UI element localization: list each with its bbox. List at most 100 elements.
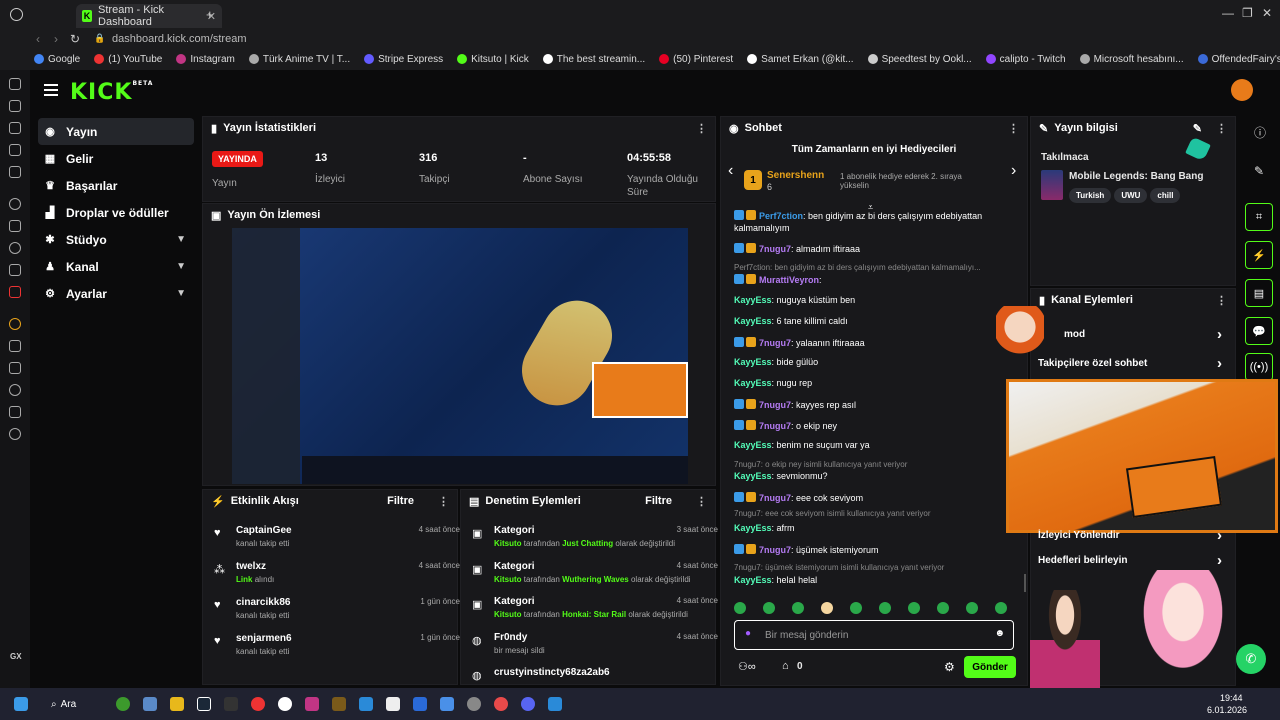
browser-menu-icon[interactable]	[10, 8, 23, 21]
note-icon[interactable]	[9, 144, 21, 156]
epic-icon[interactable]	[224, 697, 239, 711]
chat-username[interactable]: KayyEss	[734, 440, 772, 450]
chat-message[interactable]: KayyEss: nugu rep	[734, 378, 1024, 388]
bag-icon[interactable]	[9, 122, 21, 134]
bookmark-item[interactable]: Samet Erkan (@kit...	[747, 54, 854, 65]
reload-button[interactable]: ↻	[70, 32, 80, 46]
poll-button[interactable]: ▤	[1245, 279, 1273, 307]
whatsapp-float-icon[interactable]: ✆	[1236, 644, 1266, 674]
chat-message[interactable]: Perf7ction: ben gidiyim az bi ders çalış…	[734, 210, 1024, 221]
chat-username[interactable]: KayyEss	[734, 523, 772, 533]
stream-tag[interactable]: Turkish	[1069, 188, 1112, 203]
chevron-down-icon[interactable]: ▼	[176, 234, 186, 245]
vk-icon[interactable]	[9, 286, 21, 298]
points-icon[interactable]: ⚇∞	[738, 660, 756, 673]
mic-icon[interactable]: ●	[745, 628, 751, 639]
download-icon[interactable]	[9, 100, 21, 112]
settings-icon[interactable]	[9, 428, 21, 440]
stream-tag[interactable]: chill	[1150, 188, 1181, 203]
windows-start-icon[interactable]	[14, 697, 28, 711]
chat-message[interactable]: KayyEss: 6 tane killimi caldı	[734, 316, 1024, 326]
store-app-icon[interactable]	[440, 697, 455, 711]
chat-message[interactable]: 7nugu7: kayyes rep asıl	[734, 399, 1024, 410]
chat-message[interactable]: 7nugu7: eee cok seviyom	[734, 492, 1024, 503]
chat-scrollbar[interactable]	[1024, 574, 1026, 592]
info-icon[interactable]: ⓘ	[1254, 124, 1266, 141]
chat-username[interactable]: 7nugu7	[759, 545, 791, 555]
stream-tag[interactable]: UWU	[1114, 188, 1148, 203]
chat-message[interactable]: KayyEss: bide gülüo	[734, 357, 1024, 367]
chat-message[interactable]: 7nugu7: üşümek istemiyorum	[734, 544, 1024, 555]
chat-more-icon[interactable]: ⋮	[1008, 122, 1019, 135]
url-text[interactable]: dashboard.kick.com/stream	[112, 33, 247, 45]
category-thumbnail[interactable]	[1041, 170, 1063, 200]
chat-message[interactable]: MurattiVeyron:	[734, 274, 1024, 285]
gear-app-icon[interactable]	[467, 697, 482, 711]
stream-preview-video[interactable]	[232, 228, 688, 484]
moderation-item[interactable]: ▣ Kategori Kitsuto tarafından Honkai: Star…	[472, 596, 718, 619]
chat-message[interactable]: KayyEss: sevmionmu?	[734, 471, 1024, 481]
window-maximize-button[interactable]: ❐	[1242, 6, 1253, 20]
activity-filter-button[interactable]: Filtre	[387, 495, 414, 507]
nav-item-7[interactable]: ⚙ Ayarlar ▼	[38, 280, 194, 307]
kick-logo[interactable]: KICKBETA	[70, 80, 153, 105]
category-name[interactable]: Mobile Legends: Bang Bang	[1069, 171, 1203, 182]
chat-username[interactable]: MurattiVeyron	[759, 275, 819, 285]
emote-icon[interactable]	[937, 602, 949, 614]
nav-item-2[interactable]: ▦ Gelir	[38, 145, 194, 172]
chat-message[interactable]: KayyEss: benim ne suçum var ya	[734, 440, 1024, 450]
activity-item[interactable]: ⁂ twelxz Link alındı 4 saat önce	[214, 561, 460, 584]
chat-username[interactable]: KayyEss	[734, 295, 772, 305]
moderation-more-icon[interactable]: ⋮	[696, 495, 707, 508]
bookmark-item[interactable]: Google	[34, 54, 80, 65]
obs-icon[interactable]	[278, 697, 293, 711]
chat-message[interactable]: KayyEss: afrm	[734, 523, 1024, 533]
chat-username[interactable]: 7nugu7	[759, 400, 791, 410]
nav-item-3[interactable]: ♛ Başarılar	[38, 172, 194, 199]
moderation-filter-button[interactable]: Filtre	[645, 495, 672, 507]
moderation-item[interactable]: ▣ Kategori Kitsuto tarafından Wuthering Wa…	[472, 561, 718, 584]
bookmark-item[interactable]: Instagram	[176, 54, 235, 65]
send-button[interactable]: Gönder	[964, 656, 1016, 678]
channel-action-item[interactable]: İzleyici Yönlendir ›	[1038, 527, 1228, 544]
chat-message[interactable]: KayyEss: helal helal	[734, 575, 1024, 585]
chat-message[interactable]: 7nugu7: almadım iftiraaa	[734, 243, 1024, 254]
window-minimize-button[interactable]: —	[1222, 6, 1234, 20]
list-icon[interactable]	[9, 362, 21, 374]
store-icon[interactable]: ⌂	[782, 660, 789, 672]
bookmark-item[interactable]: (1) YouTube	[94, 54, 162, 65]
chat-username[interactable]: 7nugu7	[759, 338, 791, 348]
bookmark-item[interactable]: Microsoft hesabını...	[1079, 54, 1184, 65]
instagram-icon[interactable]	[9, 220, 21, 232]
channel-action-item[interactable]: Takipçilere özel sohbet ›	[1038, 355, 1228, 372]
pencil-icon[interactable]: ✎	[1254, 164, 1264, 178]
channel-action-item[interactable]: Hedefleri belirleyin ›	[1038, 552, 1228, 569]
bookmark-item[interactable]: OffendedFairy's P...	[1197, 54, 1280, 65]
nav-item-1[interactable]: ◉ Yayın	[38, 118, 194, 145]
stats-more-icon[interactable]: ⋮	[696, 122, 707, 135]
whatsapp-icon[interactable]	[9, 242, 21, 254]
emote-icon[interactable]	[821, 602, 833, 614]
moderation-item[interactable]: ◍ crustyinstincty68za2ab6	[472, 667, 712, 682]
chat-username[interactable]: KayyEss	[734, 316, 772, 326]
emote-icon[interactable]	[850, 602, 862, 614]
hamburger-menu-icon[interactable]	[44, 84, 58, 96]
chat-username[interactable]: Perf7ction	[759, 211, 803, 221]
chat-message[interactable]: KayyEss: nuguya küstüm ben	[734, 295, 1024, 305]
channel-action-item[interactable]: mod ›	[1038, 326, 1228, 343]
vscode-icon[interactable]	[548, 697, 563, 711]
notepad-icon[interactable]	[386, 697, 401, 711]
bookmark-item[interactable]: (50) Pinterest	[659, 54, 733, 65]
emote-icon[interactable]	[966, 602, 978, 614]
app-red-icon[interactable]	[494, 697, 509, 711]
clock-icon[interactable]	[9, 384, 21, 396]
desktop-icon[interactable]	[143, 697, 158, 711]
forward-button[interactable]: ›	[54, 32, 58, 46]
nav-item-6[interactable]: ♟ Kanal ▼	[38, 253, 194, 280]
clock-time[interactable]: 19:44	[1220, 693, 1243, 703]
play-icon[interactable]	[9, 340, 21, 352]
clip-button[interactable]: ⌗	[1245, 203, 1273, 231]
info-more-icon[interactable]: ⋮	[1216, 122, 1227, 135]
chat-username[interactable]: KayyEss	[734, 471, 772, 481]
instagram-app-icon[interactable]	[305, 697, 320, 711]
